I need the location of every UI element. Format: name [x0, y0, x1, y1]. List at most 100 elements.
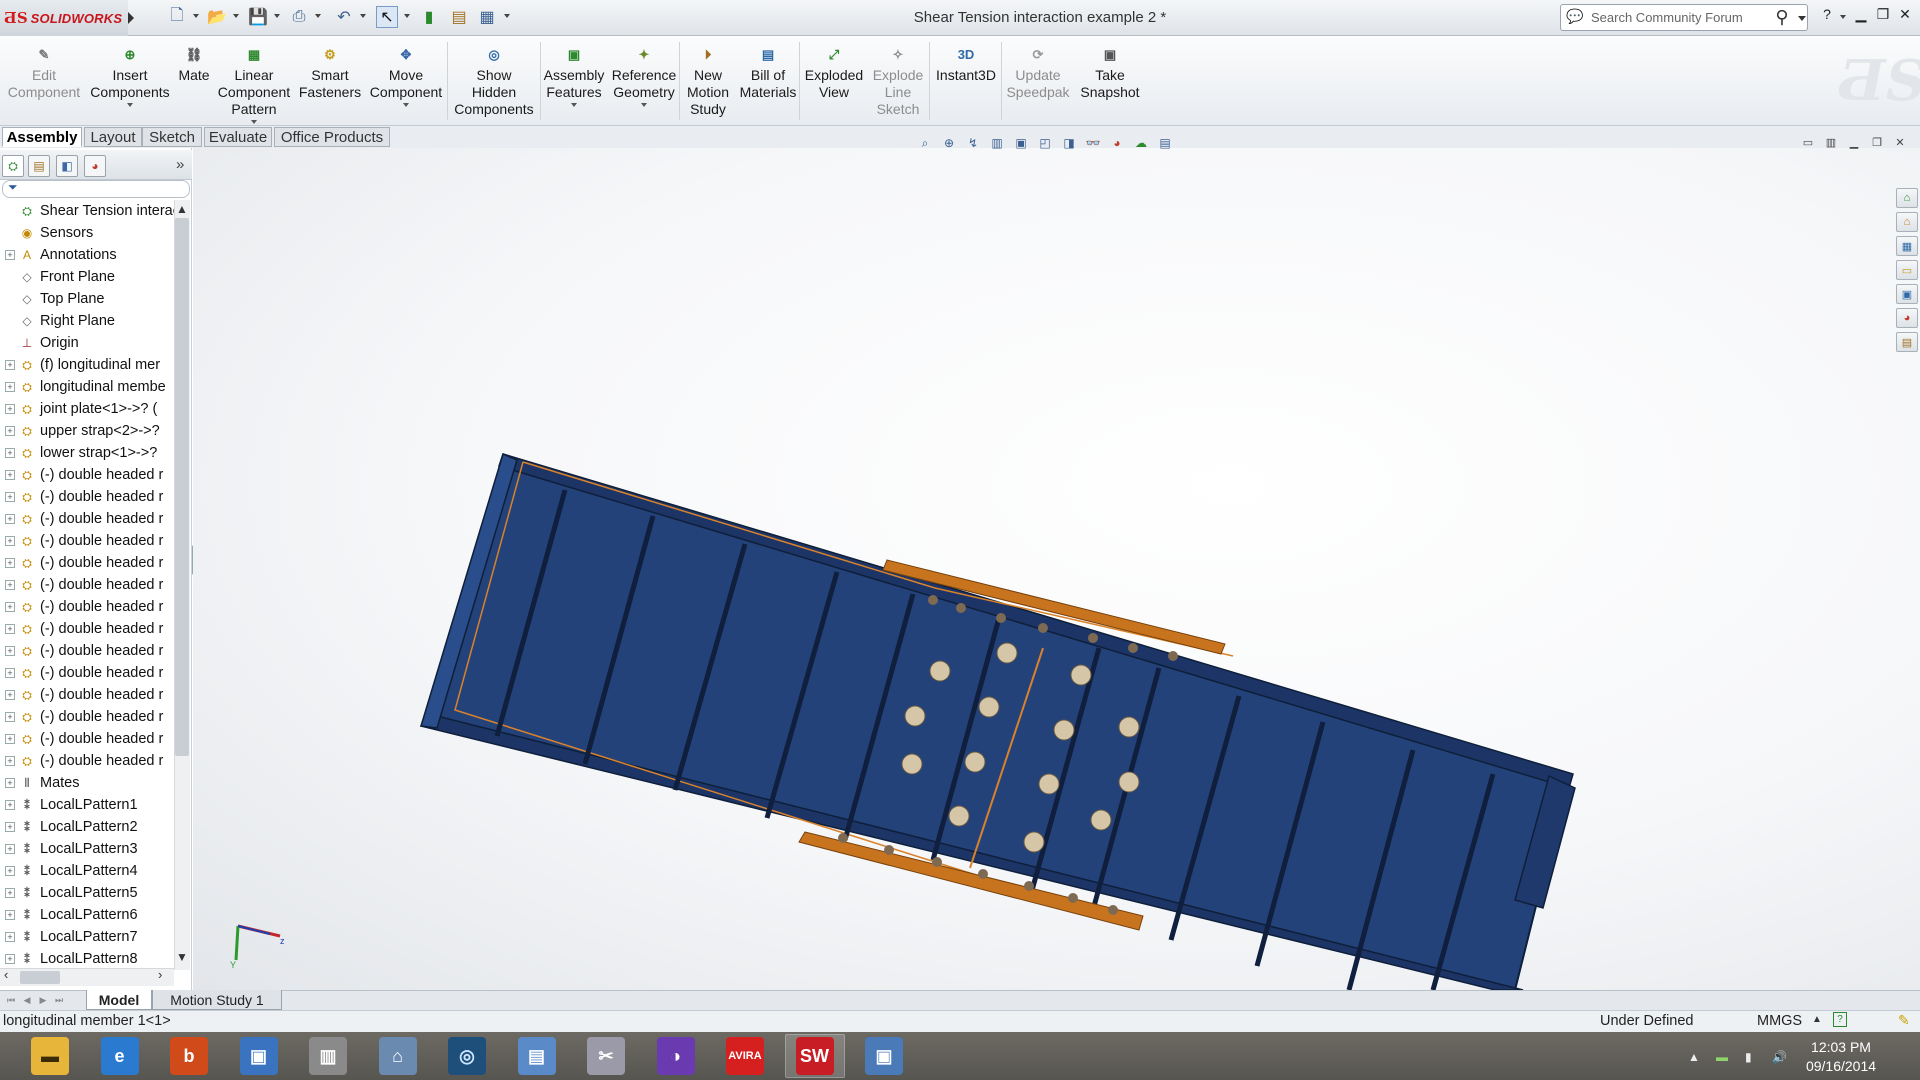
- tab-motion-study[interactable]: Motion Study 1: [152, 990, 282, 1010]
- expand-plus-icon[interactable]: +: [5, 756, 15, 766]
- tree-node[interactable]: + ⛭ (-) double headed r: [0, 508, 174, 530]
- expand-plus-icon[interactable]: +: [5, 382, 15, 392]
- tree-node[interactable]: + ⛭ (-) double headed r: [0, 662, 174, 684]
- expand-plus-icon[interactable]: +: [5, 360, 15, 370]
- new-document-icon[interactable]: 🗋: [166, 6, 188, 28]
- tab-evaluate[interactable]: Evaluate: [204, 127, 272, 147]
- expand-plus-icon[interactable]: +: [5, 624, 15, 634]
- tree-node[interactable]: + ⁑ LocalLPattern7: [0, 926, 174, 948]
- tree-node[interactable]: + ⁑ LocalLPattern6: [0, 904, 174, 926]
- expand-plus-icon[interactable]: +: [5, 404, 15, 414]
- taskbar-button[interactable]: ▥: [298, 1034, 358, 1078]
- taskbar-button[interactable]: ◎: [437, 1034, 497, 1078]
- tree-node[interactable]: + ⁑ LocalLPattern3: [0, 838, 174, 860]
- tree-node[interactable]: + ⛭ (-) double headed r: [0, 684, 174, 706]
- taskbar-button[interactable]: e: [90, 1034, 150, 1078]
- configuration-manager-tab-icon[interactable]: ◧: [56, 155, 78, 177]
- show-hidden-icons-icon[interactable]: ▲: [1688, 1050, 1700, 1064]
- scroll-up-icon[interactable]: ▲: [176, 202, 188, 216]
- dynamic-annotation-icon[interactable]: ▣: [1012, 134, 1030, 152]
- expand-plus-icon[interactable]: +: [5, 712, 15, 722]
- tree-node[interactable]: ⛭ Shear Tension interacti: [0, 200, 174, 222]
- tree-node[interactable]: + ⛭ (-) double headed r: [0, 530, 174, 552]
- tree-node[interactable]: + ⫴ Mates: [0, 772, 174, 794]
- viewport-restore-icon[interactable]: ❐: [1869, 134, 1885, 150]
- expand-plus-icon[interactable]: +: [5, 822, 15, 832]
- previous-view-icon[interactable]: ↯: [964, 134, 982, 152]
- open-dropdown-icon[interactable]: [233, 14, 239, 18]
- open-folder-icon[interactable]: 📂: [206, 6, 228, 28]
- taskbar-button[interactable]: SW: [784, 1034, 845, 1078]
- expand-plus-icon[interactable]: +: [5, 690, 15, 700]
- scroll-right-icon[interactable]: ›: [158, 967, 162, 982]
- unit-system[interactable]: MMGS: [1757, 1013, 1802, 1029]
- tab-layout[interactable]: Layout: [84, 127, 142, 147]
- tree-node[interactable]: + ⛭ (-) double headed r: [0, 486, 174, 508]
- view-palette-icon[interactable]: ▣: [1896, 284, 1918, 304]
- ribbon-button-update-speedpak[interactable]: ⟳ Update Speedpak: [998, 44, 1078, 101]
- quick-tips-icon[interactable]: ?: [1833, 1012, 1847, 1027]
- scroll-left-icon[interactable]: ‹: [4, 967, 8, 982]
- expand-plus-icon[interactable]: +: [5, 558, 15, 568]
- tree-node[interactable]: + ⛭ longitudinal membe: [0, 376, 174, 398]
- undo-icon[interactable]: ↶: [333, 6, 355, 28]
- tree-filter-input[interactable]: [2, 180, 190, 198]
- tree-node[interactable]: ◉ Sensors: [0, 222, 174, 244]
- taskbar-button[interactable]: b: [159, 1034, 219, 1078]
- tree-hscroll-thumb[interactable]: [20, 971, 60, 984]
- tree-node[interactable]: + ⛭ (-) double headed r: [0, 464, 174, 486]
- select-dropdown-icon[interactable]: [404, 14, 410, 18]
- ribbon-button-smart-fasteners[interactable]: ⚙ Smart Fasteners: [290, 44, 370, 101]
- rebuild-icon[interactable]: ▮: [418, 6, 440, 28]
- save-icon[interactable]: 💾: [247, 6, 269, 28]
- ribbon-dropdown-icon[interactable]: [127, 103, 133, 107]
- search-dropdown-icon[interactable]: [1798, 16, 1806, 21]
- tree-node[interactable]: ◇ Front Plane: [0, 266, 174, 288]
- tree-node[interactable]: + ⁑ LocalLPattern4: [0, 860, 174, 882]
- graphics-viewport[interactable]: [193, 148, 1920, 990]
- tree-node[interactable]: + ⛭ upper strap<2>->?: [0, 420, 174, 442]
- select-arrow-icon[interactable]: ↖: [376, 6, 398, 28]
- viewport-tile-icon[interactable]: ▥: [1823, 134, 1839, 150]
- ribbon-dropdown-icon[interactable]: [571, 103, 577, 107]
- expand-plus-icon[interactable]: +: [5, 910, 15, 920]
- print-icon[interactable]: ⎙: [288, 6, 310, 28]
- file-properties-icon[interactable]: ▤: [448, 6, 470, 28]
- tree-node[interactable]: + ⛭ (-) double headed r: [0, 640, 174, 662]
- display-manager-tab-icon[interactable]: ◕: [84, 155, 106, 177]
- ribbon-button-move-component[interactable]: ✥ Move Component: [366, 44, 446, 107]
- tree-node[interactable]: + ⁑ LocalLPattern5: [0, 882, 174, 904]
- minimize-icon[interactable]: ▁: [1850, 4, 1872, 24]
- tree-node[interactable]: + ⁑ LocalLPattern2: [0, 816, 174, 838]
- expand-plus-icon[interactable]: +: [5, 426, 15, 436]
- section-view-icon[interactable]: ▥: [988, 134, 1006, 152]
- expand-plus-icon[interactable]: +: [5, 778, 15, 788]
- edit-appearance-icon[interactable]: ◕: [1108, 134, 1126, 152]
- display-style-icon[interactable]: ◨: [1060, 134, 1078, 152]
- zoom-to-area-icon[interactable]: ⊕: [940, 134, 958, 152]
- view-settings-icon[interactable]: ▤: [1156, 134, 1174, 152]
- view-orientation-icon[interactable]: ◰: [1036, 134, 1054, 152]
- expand-plus-icon[interactable]: +: [5, 492, 15, 502]
- home-icon[interactable]: ⌂: [1896, 212, 1918, 232]
- ribbon-dropdown-icon[interactable]: [641, 103, 647, 107]
- battery-icon[interactable]: ▬: [1716, 1050, 1728, 1064]
- expand-plus-icon[interactable]: +: [5, 932, 15, 942]
- apply-scene-icon[interactable]: ☁: [1132, 134, 1150, 152]
- feature-manager-tab-icon[interactable]: ⛭: [2, 155, 24, 177]
- help-icon[interactable]: ?: [1816, 4, 1838, 24]
- ribbon-button-edit-component[interactable]: ✎ Edit Component: [4, 44, 84, 101]
- ribbon-button-take-snapshot[interactable]: ▣ Take Snapshot: [1070, 44, 1150, 101]
- ribbon-button-assembly-features[interactable]: ▣ Assembly Features: [534, 44, 614, 107]
- custom-properties-icon[interactable]: ▤: [1896, 332, 1918, 352]
- tree-node[interactable]: ◇ Right Plane: [0, 310, 174, 332]
- taskbar-button[interactable]: AVIRA: [715, 1034, 775, 1078]
- taskbar-button[interactable]: ▤: [507, 1034, 567, 1078]
- tree-scroll-thumb[interactable]: [175, 218, 189, 756]
- tree-node[interactable]: + ⛭ (f) longitudinal mer: [0, 354, 174, 376]
- options-dropdown-icon[interactable]: [504, 14, 510, 18]
- expand-plus-icon[interactable]: +: [5, 734, 15, 744]
- tree-node[interactable]: + ⛭ (-) double headed r: [0, 728, 174, 750]
- ribbon-dropdown-icon[interactable]: [251, 120, 257, 124]
- ribbon-button-instant3d[interactable]: 3D Instant3D: [926, 44, 1006, 84]
